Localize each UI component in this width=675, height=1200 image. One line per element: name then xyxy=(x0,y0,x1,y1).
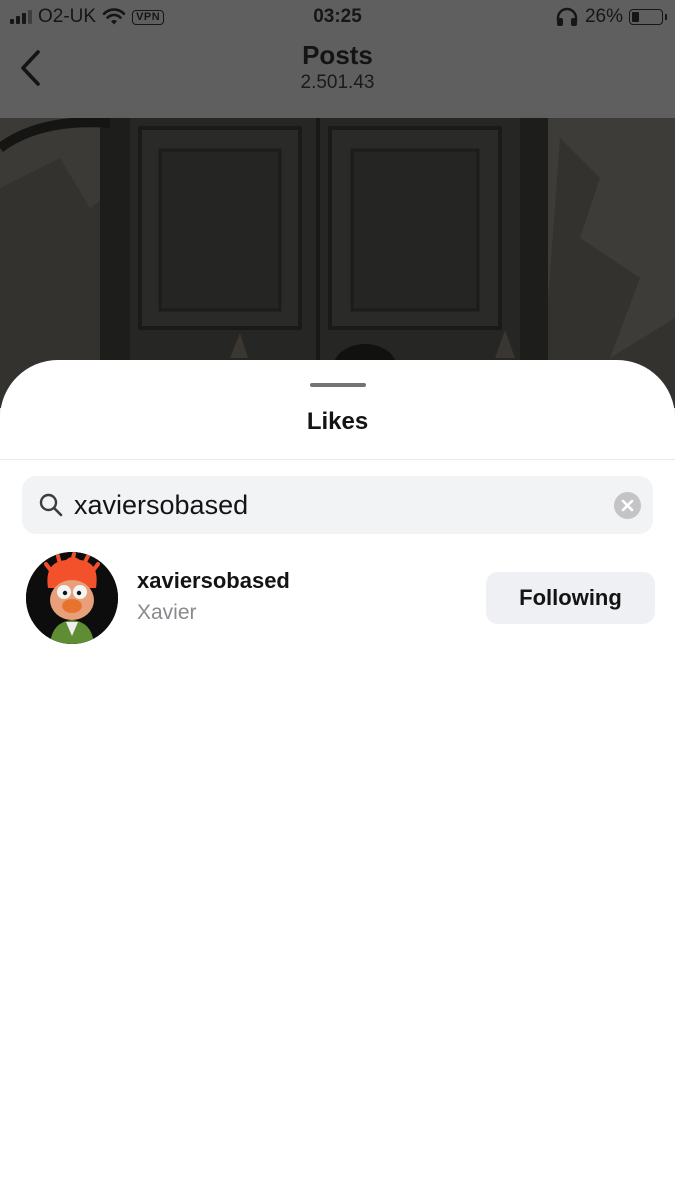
full-name: Xavier xyxy=(137,601,197,624)
list-item[interactable]: xaviersobased Xavier Following xyxy=(0,550,675,646)
search-icon xyxy=(39,493,63,517)
status-right: 26% xyxy=(555,6,667,28)
following-button[interactable]: Following xyxy=(486,572,655,624)
battery-fill xyxy=(632,12,639,22)
clear-search-button[interactable] xyxy=(614,492,641,519)
page-subtitle: 2.501.43 xyxy=(300,72,375,93)
nav-bar: Posts 2.501.43 xyxy=(0,34,675,118)
sheet-divider xyxy=(0,459,675,460)
avatar[interactable] xyxy=(26,552,118,644)
username[interactable]: xaviersobased xyxy=(137,568,290,594)
page-title: Posts xyxy=(302,40,373,70)
avatar-image xyxy=(26,552,118,644)
clear-icon xyxy=(621,499,634,512)
sheet-grabber[interactable] xyxy=(310,383,366,387)
status-bar: O2-UK VPN 03:25 26% xyxy=(0,0,675,34)
sheet-title: Likes xyxy=(306,408,369,435)
likes-sheet: Likes xaviersobased xaviersobased Xavier… xyxy=(0,360,675,1200)
headphones-icon xyxy=(556,7,578,26)
battery-percent: 26% xyxy=(584,6,623,27)
search-bar[interactable] xyxy=(22,476,653,534)
battery-icon xyxy=(629,9,667,25)
search-input[interactable] xyxy=(74,484,594,526)
